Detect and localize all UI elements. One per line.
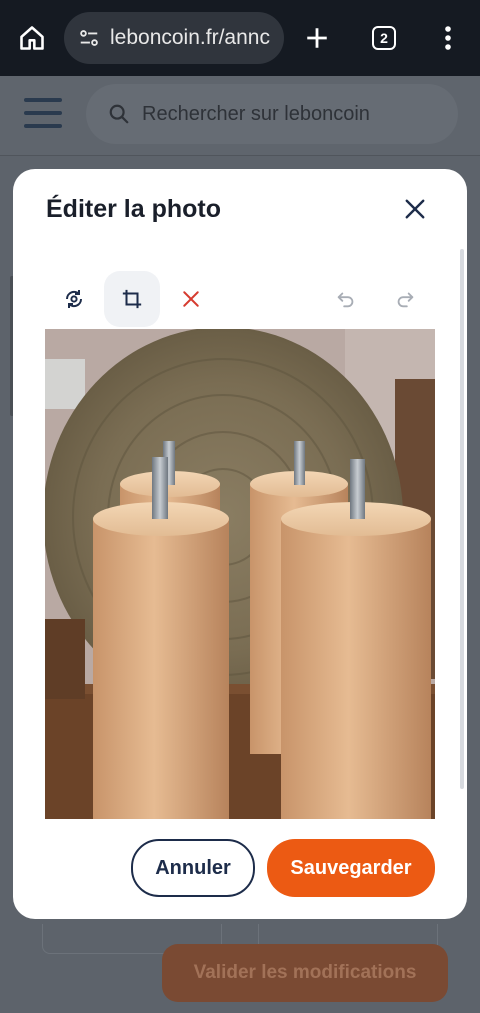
more-vert-icon: [445, 26, 451, 50]
rotate-icon: [65, 290, 83, 308]
validate-changes-button[interactable]: Valider les modifications: [162, 944, 448, 1002]
tab-count: 2: [372, 26, 396, 50]
tab-switcher-button[interactable]: 2: [364, 18, 404, 58]
hamburger-menu-icon[interactable]: [24, 98, 62, 130]
home-button[interactable]: [12, 20, 52, 56]
edit-photo-dialog: Éditer la photo Annuler Sauvegarder: [13, 169, 467, 919]
close-button[interactable]: [397, 191, 433, 227]
home-icon: [20, 26, 44, 50]
plus-icon: [307, 28, 327, 48]
url-text: leboncoin.fr/annc: [110, 26, 270, 49]
crop-button[interactable]: [104, 271, 160, 327]
cancel-button[interactable]: Annuler: [131, 839, 255, 897]
undo-button[interactable]: [318, 271, 374, 327]
search-placeholder: Rechercher sur leboncoin: [142, 102, 370, 125]
redo-button[interactable]: [377, 271, 433, 327]
close-icon: [405, 199, 425, 219]
search-icon: [109, 104, 129, 124]
address-bar[interactable]: leboncoin.fr/annc: [64, 12, 284, 64]
save-button[interactable]: Sauvegarder: [267, 839, 435, 897]
rotate-button[interactable]: [46, 271, 102, 327]
undo-icon: [337, 292, 354, 308]
site-settings-icon[interactable]: [78, 27, 100, 49]
delete-icon: [183, 291, 199, 307]
new-tab-button[interactable]: [296, 18, 338, 58]
site-search-bar[interactable]: Rechercher sur leboncoin: [86, 84, 458, 144]
redo-icon: [397, 292, 414, 308]
dialog-scrollbar[interactable]: [460, 249, 464, 789]
browser-menu-button[interactable]: [432, 18, 464, 58]
dialog-title: Éditer la photo: [46, 195, 221, 223]
site-header: Rechercher sur leboncoin: [0, 76, 480, 156]
crop-icon: [122, 289, 142, 309]
delete-button[interactable]: [163, 271, 219, 327]
furniture-legs-photo: [45, 329, 435, 819]
browser-toolbar: leboncoin.fr/annc 2: [0, 0, 480, 76]
photo-preview[interactable]: [45, 329, 435, 819]
